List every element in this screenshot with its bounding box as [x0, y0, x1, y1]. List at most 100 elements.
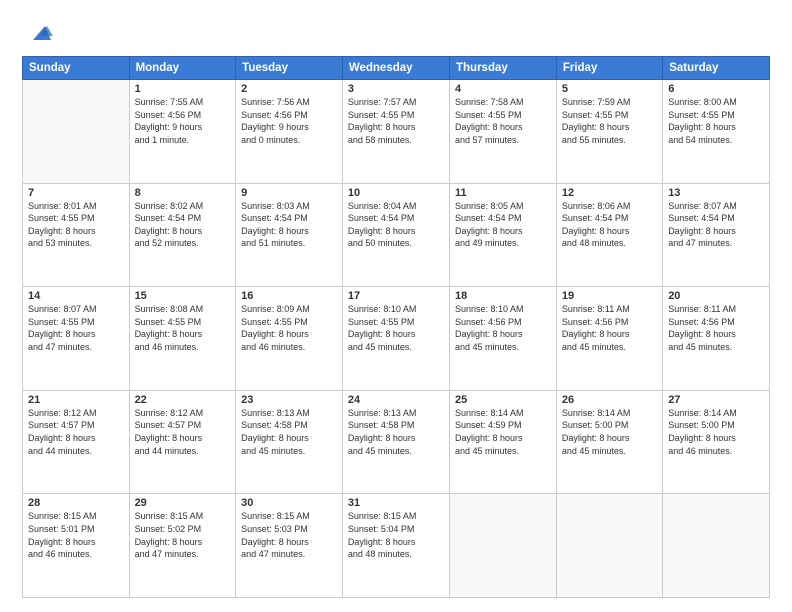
day-number: 29 [135, 497, 231, 509]
day-info: Sunrise: 8:11 AM Sunset: 4:56 PM Dayligh… [668, 303, 764, 353]
day-info: Sunrise: 8:15 AM Sunset: 5:04 PM Dayligh… [348, 510, 444, 560]
col-header-tuesday: Tuesday [236, 57, 343, 80]
calendar-cell: 18Sunrise: 8:10 AM Sunset: 4:56 PM Dayli… [450, 287, 557, 391]
calendar-cell: 31Sunrise: 8:15 AM Sunset: 5:04 PM Dayli… [342, 494, 449, 598]
logo [22, 18, 53, 46]
day-number: 8 [135, 187, 231, 199]
day-info: Sunrise: 8:05 AM Sunset: 4:54 PM Dayligh… [455, 200, 551, 250]
calendar-cell: 2Sunrise: 7:56 AM Sunset: 4:56 PM Daylig… [236, 80, 343, 184]
day-info: Sunrise: 7:57 AM Sunset: 4:55 PM Dayligh… [348, 96, 444, 146]
day-number: 13 [668, 187, 764, 199]
day-number: 30 [241, 497, 337, 509]
calendar-cell: 6Sunrise: 8:00 AM Sunset: 4:55 PM Daylig… [663, 80, 770, 184]
day-info: Sunrise: 8:15 AM Sunset: 5:03 PM Dayligh… [241, 510, 337, 560]
calendar-cell: 17Sunrise: 8:10 AM Sunset: 4:55 PM Dayli… [342, 287, 449, 391]
day-number: 7 [28, 187, 124, 199]
day-info: Sunrise: 8:09 AM Sunset: 4:55 PM Dayligh… [241, 303, 337, 353]
header [22, 18, 770, 46]
day-info: Sunrise: 8:00 AM Sunset: 4:55 PM Dayligh… [668, 96, 764, 146]
col-header-friday: Friday [556, 57, 662, 80]
calendar-cell: 16Sunrise: 8:09 AM Sunset: 4:55 PM Dayli… [236, 287, 343, 391]
calendar-cell: 27Sunrise: 8:14 AM Sunset: 5:00 PM Dayli… [663, 390, 770, 494]
day-number: 2 [241, 83, 337, 95]
day-number: 18 [455, 290, 551, 302]
day-info: Sunrise: 8:13 AM Sunset: 4:58 PM Dayligh… [348, 407, 444, 457]
day-info: Sunrise: 8:14 AM Sunset: 5:00 PM Dayligh… [562, 407, 657, 457]
day-info: Sunrise: 8:12 AM Sunset: 4:57 PM Dayligh… [135, 407, 231, 457]
day-number: 5 [562, 83, 657, 95]
calendar-cell: 20Sunrise: 8:11 AM Sunset: 4:56 PM Dayli… [663, 287, 770, 391]
calendar-cell: 28Sunrise: 8:15 AM Sunset: 5:01 PM Dayli… [23, 494, 130, 598]
day-number: 1 [135, 83, 231, 95]
day-number: 22 [135, 394, 231, 406]
calendar-cell: 8Sunrise: 8:02 AM Sunset: 4:54 PM Daylig… [129, 183, 236, 287]
calendar-cell: 9Sunrise: 8:03 AM Sunset: 4:54 PM Daylig… [236, 183, 343, 287]
day-info: Sunrise: 7:58 AM Sunset: 4:55 PM Dayligh… [455, 96, 551, 146]
calendar-week-3: 21Sunrise: 8:12 AM Sunset: 4:57 PM Dayli… [23, 390, 770, 494]
calendar-cell: 30Sunrise: 8:15 AM Sunset: 5:03 PM Dayli… [236, 494, 343, 598]
calendar-week-4: 28Sunrise: 8:15 AM Sunset: 5:01 PM Dayli… [23, 494, 770, 598]
day-info: Sunrise: 8:03 AM Sunset: 4:54 PM Dayligh… [241, 200, 337, 250]
calendar-cell: 24Sunrise: 8:13 AM Sunset: 4:58 PM Dayli… [342, 390, 449, 494]
calendar-cell [663, 494, 770, 598]
day-number: 20 [668, 290, 764, 302]
day-number: 17 [348, 290, 444, 302]
col-header-thursday: Thursday [450, 57, 557, 80]
calendar-cell [556, 494, 662, 598]
day-info: Sunrise: 8:10 AM Sunset: 4:55 PM Dayligh… [348, 303, 444, 353]
day-number: 27 [668, 394, 764, 406]
calendar-cell [23, 80, 130, 184]
day-info: Sunrise: 8:02 AM Sunset: 4:54 PM Dayligh… [135, 200, 231, 250]
calendar-cell: 22Sunrise: 8:12 AM Sunset: 4:57 PM Dayli… [129, 390, 236, 494]
calendar-cell: 13Sunrise: 8:07 AM Sunset: 4:54 PM Dayli… [663, 183, 770, 287]
day-info: Sunrise: 8:07 AM Sunset: 4:54 PM Dayligh… [668, 200, 764, 250]
day-info: Sunrise: 8:13 AM Sunset: 4:58 PM Dayligh… [241, 407, 337, 457]
calendar-cell: 29Sunrise: 8:15 AM Sunset: 5:02 PM Dayli… [129, 494, 236, 598]
day-info: Sunrise: 8:15 AM Sunset: 5:02 PM Dayligh… [135, 510, 231, 560]
calendar-cell: 3Sunrise: 7:57 AM Sunset: 4:55 PM Daylig… [342, 80, 449, 184]
day-info: Sunrise: 7:59 AM Sunset: 4:55 PM Dayligh… [562, 96, 657, 146]
day-info: Sunrise: 8:12 AM Sunset: 4:57 PM Dayligh… [28, 407, 124, 457]
day-info: Sunrise: 8:08 AM Sunset: 4:55 PM Dayligh… [135, 303, 231, 353]
day-number: 14 [28, 290, 124, 302]
day-info: Sunrise: 8:14 AM Sunset: 5:00 PM Dayligh… [668, 407, 764, 457]
calendar-header-row: SundayMondayTuesdayWednesdayThursdayFrid… [23, 57, 770, 80]
day-info: Sunrise: 8:14 AM Sunset: 4:59 PM Dayligh… [455, 407, 551, 457]
calendar-table: SundayMondayTuesdayWednesdayThursdayFrid… [22, 56, 770, 598]
calendar-cell: 21Sunrise: 8:12 AM Sunset: 4:57 PM Dayli… [23, 390, 130, 494]
day-number: 16 [241, 290, 337, 302]
calendar-cell: 1Sunrise: 7:55 AM Sunset: 4:56 PM Daylig… [129, 80, 236, 184]
day-number: 6 [668, 83, 764, 95]
calendar-cell: 5Sunrise: 7:59 AM Sunset: 4:55 PM Daylig… [556, 80, 662, 184]
day-number: 19 [562, 290, 657, 302]
day-info: Sunrise: 8:04 AM Sunset: 4:54 PM Dayligh… [348, 200, 444, 250]
day-number: 4 [455, 83, 551, 95]
calendar-week-2: 14Sunrise: 8:07 AM Sunset: 4:55 PM Dayli… [23, 287, 770, 391]
day-info: Sunrise: 8:11 AM Sunset: 4:56 PM Dayligh… [562, 303, 657, 353]
day-info: Sunrise: 7:56 AM Sunset: 4:56 PM Dayligh… [241, 96, 337, 146]
calendar-cell [450, 494, 557, 598]
page: SundayMondayTuesdayWednesdayThursdayFrid… [0, 0, 792, 612]
calendar-cell: 10Sunrise: 8:04 AM Sunset: 4:54 PM Dayli… [342, 183, 449, 287]
col-header-saturday: Saturday [663, 57, 770, 80]
day-number: 25 [455, 394, 551, 406]
col-header-monday: Monday [129, 57, 236, 80]
calendar-cell: 14Sunrise: 8:07 AM Sunset: 4:55 PM Dayli… [23, 287, 130, 391]
day-number: 15 [135, 290, 231, 302]
calendar-cell: 7Sunrise: 8:01 AM Sunset: 4:55 PM Daylig… [23, 183, 130, 287]
calendar-week-0: 1Sunrise: 7:55 AM Sunset: 4:56 PM Daylig… [23, 80, 770, 184]
day-info: Sunrise: 8:10 AM Sunset: 4:56 PM Dayligh… [455, 303, 551, 353]
day-info: Sunrise: 8:07 AM Sunset: 4:55 PM Dayligh… [28, 303, 124, 353]
calendar-cell: 25Sunrise: 8:14 AM Sunset: 4:59 PM Dayli… [450, 390, 557, 494]
day-number: 21 [28, 394, 124, 406]
day-number: 23 [241, 394, 337, 406]
calendar-cell: 4Sunrise: 7:58 AM Sunset: 4:55 PM Daylig… [450, 80, 557, 184]
calendar-cell: 12Sunrise: 8:06 AM Sunset: 4:54 PM Dayli… [556, 183, 662, 287]
day-number: 12 [562, 187, 657, 199]
day-number: 9 [241, 187, 337, 199]
col-header-sunday: Sunday [23, 57, 130, 80]
day-number: 28 [28, 497, 124, 509]
day-number: 10 [348, 187, 444, 199]
day-number: 24 [348, 394, 444, 406]
day-info: Sunrise: 7:55 AM Sunset: 4:56 PM Dayligh… [135, 96, 231, 146]
